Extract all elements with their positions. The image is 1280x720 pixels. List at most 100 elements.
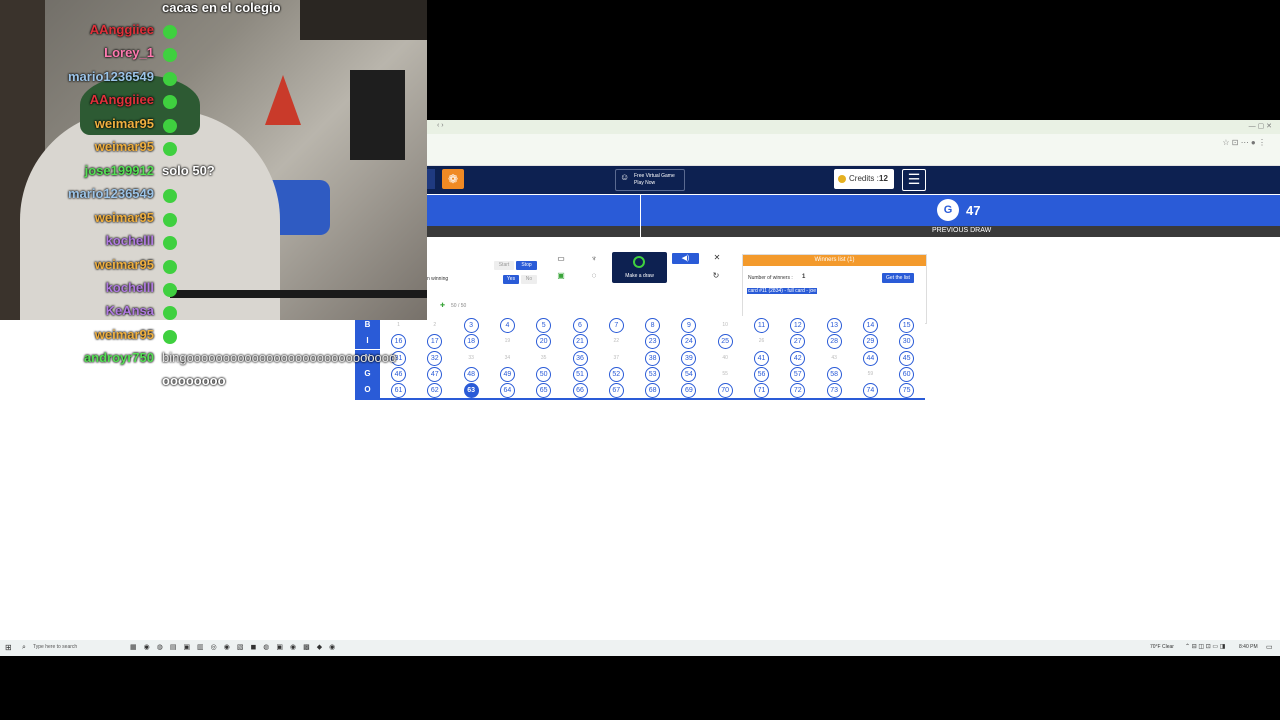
- bingo-number: 34: [499, 350, 515, 366]
- chat-username[interactable]: kochelll: [0, 233, 154, 248]
- tray-icons[interactable]: ⌃ ⊟ ◫ ⊡ ▭ ◨: [1185, 643, 1225, 650]
- window-controls[interactable]: — ▢ ✕: [1249, 122, 1272, 130]
- hamburger-icon[interactable]: ☰: [902, 169, 926, 191]
- bingo-number: 9: [681, 318, 697, 333]
- bingo-number: 11: [754, 318, 769, 333]
- bingo-number: 41: [754, 350, 769, 366]
- bingo-number: 26: [754, 334, 769, 350]
- lock-icon[interactable]: ▣: [554, 271, 568, 280]
- bingo-number: 69: [681, 383, 697, 399]
- chat-username[interactable]: jose199912: [0, 163, 154, 178]
- bingo-number: 3: [463, 318, 479, 333]
- bingo-number: 28: [826, 334, 842, 350]
- players-count: 50 / 50: [451, 303, 467, 309]
- chat-username[interactable]: Lorey_1: [0, 45, 154, 60]
- bingo-number: 54: [681, 366, 697, 382]
- pinned-apps-icons[interactable]: ▦◉◍▤▣▥◎◉▧◼◍▣◉▩◆◉: [130, 643, 342, 651]
- notifications-icon[interactable]: ▭: [1266, 643, 1273, 651]
- bingo-number: 67: [608, 383, 624, 399]
- emote-icon: [163, 46, 180, 64]
- emote-icon: [163, 211, 180, 229]
- start-toggle[interactable]: Start: [494, 261, 514, 270]
- taskbar-search-input[interactable]: Type here to search: [33, 644, 77, 650]
- bingo-number: 43: [826, 350, 842, 366]
- chat-icon[interactable]: ◌: [587, 271, 601, 280]
- bingo-number: 55: [717, 366, 733, 382]
- chat-username[interactable]: weimar95: [0, 257, 154, 272]
- credits-label: Credits :: [849, 174, 879, 183]
- bingo-number: 42: [790, 350, 806, 366]
- bingo-number: 8: [645, 318, 661, 333]
- bingo-number: 17: [427, 334, 443, 350]
- bingo-number: 44: [862, 350, 878, 366]
- bingo-number: 51: [572, 366, 588, 382]
- clock[interactable]: 8:40 PM: [1239, 644, 1258, 650]
- bingo-number: 22: [608, 334, 624, 350]
- browser-address-bar[interactable]: ☆ ⊡ ⋯ ● ⋮: [427, 134, 1280, 166]
- trophy-icon[interactable]: ♆: [587, 254, 601, 263]
- bingo-number: 48: [463, 366, 479, 382]
- no-toggle[interactable]: No: [521, 275, 537, 284]
- bingo-number: 15: [899, 318, 915, 333]
- browser-tab-strip[interactable]: ‹ › — ▢ ✕: [427, 120, 1280, 134]
- bingo-number: 24: [681, 334, 697, 350]
- bingo-number: 58: [826, 366, 842, 382]
- chat-username[interactable]: weimar95: [0, 327, 154, 342]
- bingo-number: 59: [862, 366, 878, 382]
- emote-icon: [163, 140, 180, 158]
- band-separator: [640, 195, 641, 237]
- bingo-number: 35: [536, 350, 552, 366]
- chat-username[interactable]: weimar95: [0, 139, 154, 154]
- make-draw-button[interactable]: Make a draw: [612, 252, 667, 283]
- emote-icon: [163, 234, 180, 252]
- bingo-number: 75: [899, 383, 915, 399]
- bingo-number: 72: [790, 383, 806, 399]
- chat-username[interactable]: androyr750: [0, 350, 154, 365]
- bingo-number: 71: [754, 383, 769, 399]
- bingo-number: 19: [499, 334, 515, 350]
- nav-edge: [427, 169, 435, 189]
- bingo-number: 6: [572, 318, 588, 333]
- extension-icons[interactable]: ☆ ⊡ ⋯ ● ⋮: [1222, 138, 1266, 147]
- chat-username[interactable]: AAnggiiee: [0, 92, 154, 107]
- get-list-button[interactable]: Get the list: [882, 273, 914, 283]
- emote-icon: [163, 328, 180, 346]
- bingo-number: 39: [681, 350, 697, 366]
- bingo-number: 38: [645, 350, 661, 366]
- chat-username[interactable]: weimar95: [0, 210, 154, 225]
- winner-entry[interactable]: card #11 (2834) - full card - joe: [747, 288, 817, 294]
- search-icon[interactable]: ⌕: [22, 644, 26, 652]
- game-icon-button[interactable]: ❁: [442, 169, 464, 189]
- winners-header: Winners list (1): [743, 255, 926, 266]
- bingo-number: 53: [645, 366, 661, 382]
- black-region: [427, 0, 1280, 120]
- yes-toggle[interactable]: Yes: [503, 275, 519, 284]
- windows-start-icon[interactable]: ⊞: [5, 643, 12, 652]
- chat-username[interactable]: weimar95: [0, 116, 154, 131]
- sound-icon[interactable]: ◀): [672, 253, 699, 264]
- bingo-number: 56: [754, 366, 769, 382]
- bingo-number: 50: [536, 366, 552, 382]
- emote-icon: [163, 187, 180, 205]
- monitor-icon[interactable]: ▭: [554, 254, 568, 263]
- bingo-number: 32: [427, 350, 443, 366]
- stop-toggle[interactable]: Stop: [516, 261, 537, 270]
- tab-controls[interactable]: ‹ ›: [437, 122, 444, 129]
- chat-username[interactable]: KeAnsa: [0, 303, 154, 318]
- bingo-number: 2: [427, 318, 443, 333]
- bingo-number: 21: [572, 334, 588, 350]
- close-icon[interactable]: ✕: [710, 253, 724, 262]
- bingo-number: 40: [717, 350, 733, 366]
- winners-panel: Winners list (1) Number of winners : 1 G…: [742, 254, 927, 324]
- promo-button[interactable]: ☺ Free Virtual Game Play Now: [615, 169, 685, 191]
- bingo-number: 4: [499, 318, 515, 333]
- weather-widget[interactable]: 70°F Clear: [1150, 644, 1174, 650]
- chat-username[interactable]: AAnggiiee: [0, 22, 154, 37]
- promo-label: Free Virtual Game Play Now: [634, 173, 675, 186]
- chat-username[interactable]: mario1236549: [0, 186, 154, 201]
- bingo-number: 64: [499, 383, 515, 399]
- credits-display: Credits : 12: [834, 169, 894, 189]
- chat-username[interactable]: mario1236549: [0, 69, 154, 84]
- refresh-icon[interactable]: ↻: [709, 271, 723, 280]
- chat-username[interactable]: kochelll: [0, 280, 154, 295]
